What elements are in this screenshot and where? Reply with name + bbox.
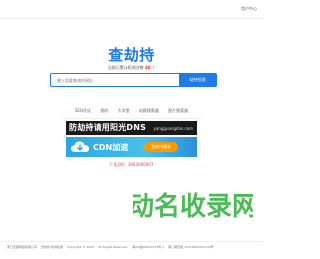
site-logo[interactable]: 查劫持: [0, 44, 263, 65]
nav-item-academy[interactable]: 大学堂: [118, 108, 130, 113]
search-input[interactable]: [51, 74, 178, 86]
watermark-logo: 动名收录网: [133, 191, 253, 222]
footer: 厦门天籁网络有限公司 查劫持 劫持检测 Copyright © 2025 All…: [7, 245, 257, 249]
nav-item-site-search[interactable]: 站群搜索器: [139, 108, 159, 113]
footer-police[interactable]: 闽公网安备 35020502001330号: [168, 245, 214, 249]
svg-text:动名收录网: 动名收录网: [133, 191, 253, 222]
nav-links: SEO优化 我的 大学堂 站群搜索器 图片搜索器: [0, 108, 263, 114]
dns-ad-domain: yangguangdns.com: [153, 126, 193, 131]
detection-count-value: 48: [145, 65, 151, 70]
cdn-ad-banner[interactable]: CDN加速 查劫持服务: [66, 137, 197, 157]
user-center-link[interactable]: 用户中心: [241, 6, 257, 12]
footer-divider: [0, 241, 263, 242]
dns-ad-title: 防劫持请用阳光DNS: [69, 123, 147, 132]
nav-item-mine[interactable]: 我的: [100, 108, 108, 113]
footer-icp[interactable]: 闽ICP备09011272号-1: [132, 245, 164, 249]
footer-company: 厦门天籁网络有限公司: [7, 245, 38, 249]
detect-button[interactable]: 劫持检测: [179, 74, 216, 86]
divider: [62, 118, 202, 119]
ad-contact: 广告QQ：3063006007: [109, 162, 154, 167]
dns-ad-banner[interactable]: 防劫持请用阳光DNS yangguangdns.com: [66, 121, 197, 135]
footer-rights: All Rights Reserved.: [98, 245, 129, 249]
cdn-ad-button[interactable]: 查劫持服务: [144, 142, 178, 152]
detection-count-label: 当前已累计检测次数: [107, 65, 144, 70]
nav-item-image-search[interactable]: 图片搜索器: [168, 108, 188, 113]
cdn-ad-title: CDN加速: [93, 143, 129, 152]
cloud-icon: [71, 141, 89, 152]
nav-item-seo[interactable]: SEO优化: [75, 108, 91, 113]
detection-count-line: 当前已累计检测次数 48 ↑: [0, 65, 263, 71]
footer-site: 查劫持 劫持检测: [40, 245, 63, 249]
footer-copyright: Copyright © 2025: [66, 245, 95, 249]
search-box: 劫持检测: [50, 73, 217, 87]
top-bar: 用户中心: [0, 0, 263, 19]
trend-up-icon: ↑: [151, 65, 156, 70]
